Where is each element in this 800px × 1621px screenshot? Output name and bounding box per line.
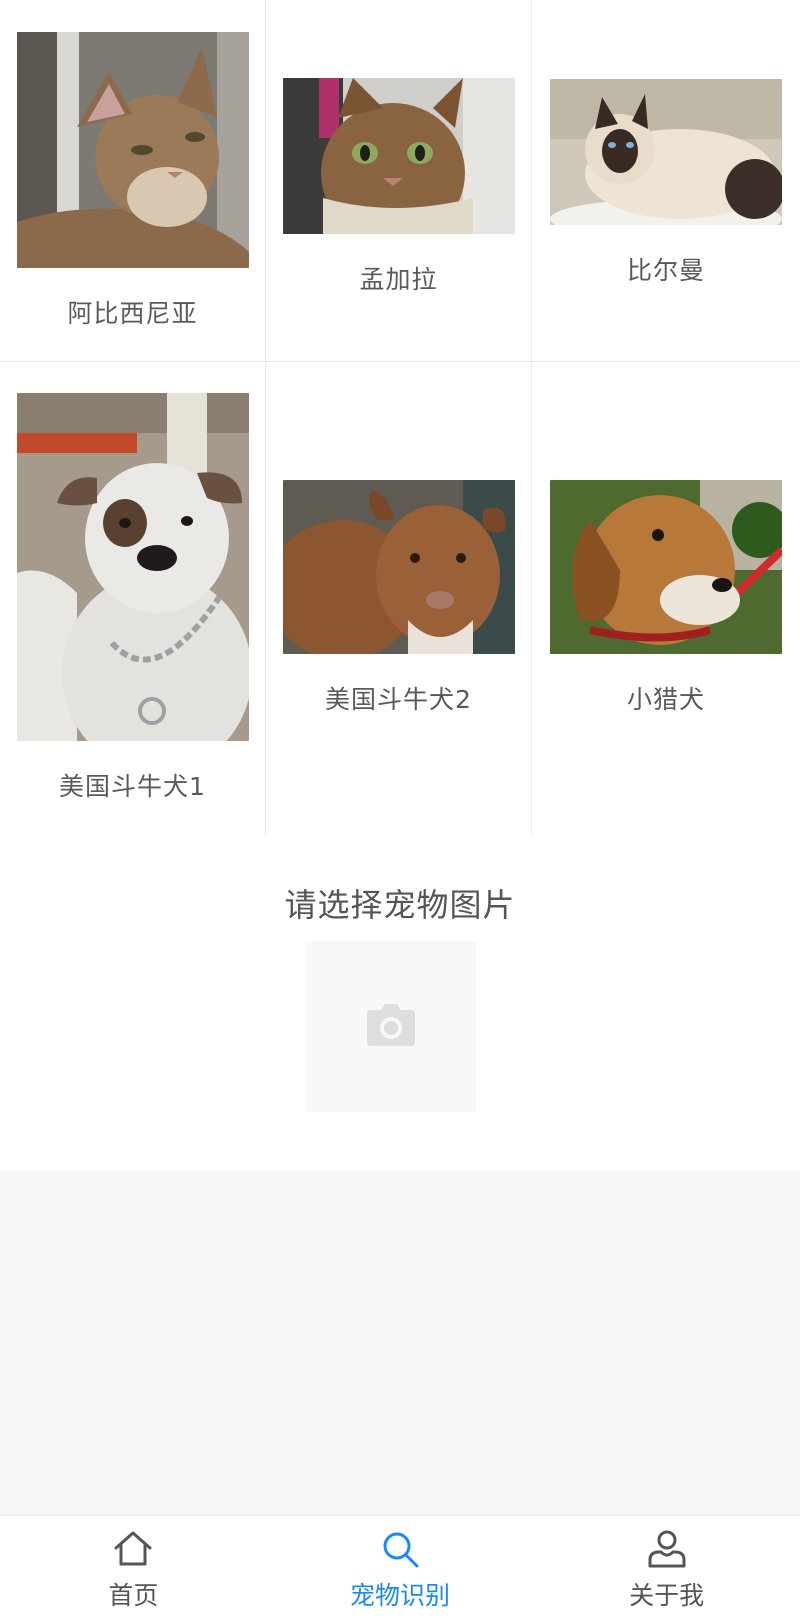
abyssinian-cat-photo[interactable] <box>16 31 249 268</box>
camera-icon <box>367 1004 415 1050</box>
upload-title: 请选择宠物图片 <box>284 886 516 924</box>
pet-name-label: 小猎犬 <box>626 685 705 714</box>
pet-card-american-bulldog-2[interactable]: 美国斗牛犬2 <box>266 362 532 834</box>
pet-name-label: 孟加拉 <box>359 264 438 294</box>
pet-name-label: 阿比西尼亚 <box>67 298 198 328</box>
american-pit-bull-photo[interactable] <box>282 480 515 654</box>
pet-name-label: 美国斗牛犬2 <box>325 685 472 714</box>
pet-card-birman[interactable]: 比尔曼 <box>532 0 800 361</box>
upload-section: 请选择宠物图片 <box>0 834 800 1171</box>
pet-card-american-bulldog-1[interactable]: 美国斗牛犬1 <box>0 362 266 834</box>
birman-cat-photo[interactable] <box>550 78 782 225</box>
pet-name-label: 比尔曼 <box>626 255 705 285</box>
tab-label: 宠物识别 <box>350 1581 451 1610</box>
search-icon <box>380 1530 420 1572</box>
bengal-cat-photo[interactable] <box>282 77 515 234</box>
american-bulldog-photo[interactable] <box>16 393 249 741</box>
pet-gallery: 阿比西尼亚 孟加拉 比尔曼 美国斗牛犬1 美国斗牛犬2 小猎犬 <box>0 0 800 835</box>
gallery-row: 美国斗牛犬1 美国斗牛犬2 小猎犬 <box>0 362 800 835</box>
pet-card-bengal[interactable]: 孟加拉 <box>266 0 532 361</box>
tab-about-me[interactable]: 关于我 <box>533 1516 800 1621</box>
bottom-tab-bar: 首页 宠物识别 关于我 <box>0 1515 800 1621</box>
tab-label: 关于我 <box>629 1581 705 1610</box>
beagle-photo[interactable] <box>550 480 782 654</box>
tab-pet-recognition[interactable]: 宠物识别 <box>267 1516 534 1621</box>
pet-card-abyssinian[interactable]: 阿比西尼亚 <box>0 0 266 361</box>
user-icon <box>647 1530 687 1572</box>
tab-label: 首页 <box>108 1581 159 1610</box>
pet-name-label: 美国斗牛犬1 <box>59 772 206 801</box>
gallery-row: 阿比西尼亚 孟加拉 比尔曼 <box>0 0 800 362</box>
home-icon <box>113 1530 153 1572</box>
tab-home[interactable]: 首页 <box>0 1516 267 1621</box>
pet-card-beagle[interactable]: 小猎犬 <box>532 362 800 834</box>
image-uploader[interactable] <box>306 942 476 1112</box>
